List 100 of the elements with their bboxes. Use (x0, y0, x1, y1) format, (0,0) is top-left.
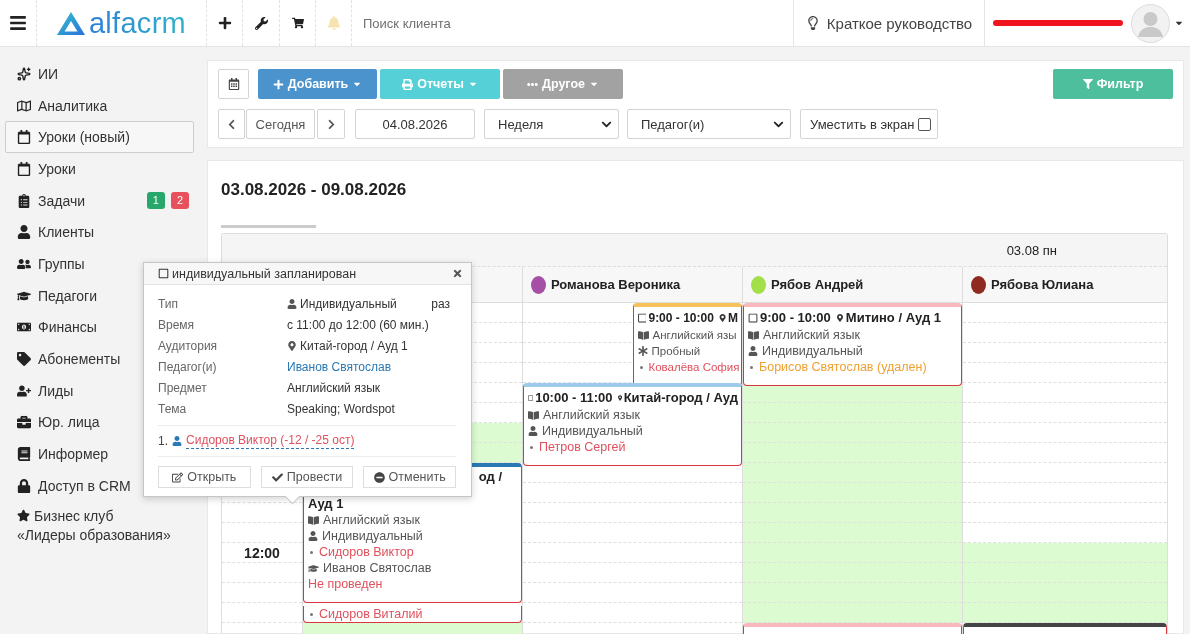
avatar-icon (1131, 3, 1170, 43)
tag-icon (17, 352, 31, 367)
teacher-name: Иванов Святослав (323, 560, 432, 576)
calendar-icon (227, 78, 240, 90)
lesson-heading: Ауд 1 (308, 496, 344, 512)
menu-icon (9, 14, 27, 32)
teacher-select[interactable]: Педагог(и) (627, 109, 791, 139)
plus-icon (217, 16, 232, 30)
lesson-type: Индивидуальный (322, 528, 423, 544)
field-value: Китай-город / Ауд 1 (300, 338, 408, 353)
clipboard-icon (17, 193, 31, 208)
field-label: Предмет (158, 380, 208, 395)
count-badge: 1 (146, 192, 165, 210)
printer-icon (402, 78, 414, 90)
popup-action-button[interactable]: Открыть (158, 466, 251, 488)
close-icon (452, 268, 463, 279)
lesson-type: Индивидуальный (542, 423, 643, 439)
field-value: Английский язык (287, 380, 381, 395)
lesson-room: М (728, 310, 738, 327)
field-label: Время (158, 317, 196, 332)
lesson-subject: Английский язык (543, 407, 640, 423)
book-icon (748, 329, 759, 341)
filter-icon (1082, 79, 1093, 89)
field-label: Тип (158, 296, 179, 311)
field-label: Тема (158, 401, 188, 416)
map-icon (17, 98, 31, 113)
bullet-icon (750, 365, 753, 369)
calendar-icon (17, 161, 31, 176)
date-field[interactable]: 04.08.2026 (355, 109, 475, 139)
bell-icon (326, 16, 341, 30)
banknote-icon (17, 320, 31, 335)
teacher-link[interactable]: Иванов Святослав (287, 359, 392, 374)
sidebar-item[interactable]: ИИ (5, 58, 194, 90)
student-name[interactable]: Ковалёва София (648, 359, 740, 375)
lesson-time: 9:00 - 10:00 (760, 309, 831, 327)
popup-action-button[interactable]: Провести (260, 466, 354, 488)
bullet-icon (639, 365, 643, 369)
check-icon (271, 471, 283, 483)
user-icon (172, 436, 182, 446)
graduation-cap-icon (308, 562, 319, 574)
checkbox[interactable] (918, 117, 932, 131)
book-icon (637, 329, 649, 341)
lesson-type: Индивидуальный (762, 343, 863, 359)
field-value: Speaking; Wordspot (287, 401, 395, 416)
map-pin-icon (287, 340, 297, 351)
lesson-card[interactable]: 10:00 - 11:00 Китай-город / Ауд Английский язык Индивидуальный Петров Сергей (523, 383, 742, 466)
asterisk-icon (637, 346, 648, 356)
book-icon (308, 514, 319, 526)
club-link[interactable]: Бизнес клуб «Лидеры образования» (0, 506, 205, 545)
user-icon (287, 298, 297, 309)
sidebar-item[interactable]: Уроки (новый) (5, 121, 194, 154)
lesson-card[interactable]: 9:00 - 10:00 М Английский язы Пробный Ковалёва София (632, 303, 742, 386)
sidebar-item[interactable]: Уроки (5, 153, 194, 185)
map-pin-icon (835, 314, 844, 322)
user-icon (17, 225, 31, 240)
teacher-name: Рябов Андрей (771, 277, 864, 292)
teacher-name: Рябова Юлиана (991, 277, 1094, 292)
student-name[interactable]: Сидоров Виталий (319, 606, 423, 622)
today-button[interactable]: Сегодня (246, 109, 315, 139)
cart-icon (291, 17, 304, 29)
lesson-time: 9:00 - 10:00 (648, 310, 714, 327)
field-value: Индивидуальный (300, 296, 397, 311)
close-button[interactable] (452, 268, 463, 279)
user-plus-icon (17, 383, 31, 398)
logo-icon (56, 11, 85, 35)
lesson-type: Пробный (651, 344, 701, 359)
time-label: 12:00 (243, 546, 281, 560)
fit-screen-option[interactable]: Уместить в экран (800, 109, 939, 139)
lesson-heading: од / (478, 469, 502, 485)
guide-button[interactable]: Краткое руководство (805, 10, 973, 36)
wrench-icon (254, 16, 268, 30)
student-link[interactable]: Сидоров Виктор (-12 / -25 ост) (186, 433, 355, 449)
count-badge: 2 (170, 192, 189, 210)
user-icon (308, 531, 318, 541)
lesson-card[interactable]: 9:00 - 10:00 Митино / Ауд 1 Английский язык Индивидуальный Борисов Святослав (удален) (743, 303, 962, 386)
lesson-subject: Английский язык (763, 327, 860, 343)
list-number: 1. (158, 434, 168, 448)
calendar-button[interactable] (218, 69, 249, 99)
student-name[interactable]: Петров Сергей (539, 439, 626, 455)
view-select[interactable]: Неделя (484, 109, 619, 139)
bullet-icon (530, 445, 533, 449)
lesson-subject: Английский язы (652, 328, 737, 343)
lesson-room: Митино / Ауд 1 (845, 309, 942, 327)
popup-action-button[interactable]: Отменить (363, 466, 456, 488)
edit-icon (172, 471, 184, 483)
search-field[interactable]: Поиск клиента (363, 11, 603, 35)
bullet-icon (310, 612, 313, 616)
student-name[interactable]: Сидоров Виктор (319, 544, 414, 560)
sidebar-item[interactable]: Задачи 1 2 (5, 184, 194, 217)
users-icon (17, 256, 31, 271)
lesson-card[interactable]: Сидоров Виталий (303, 606, 522, 623)
map-pin-icon (617, 394, 622, 402)
popup-title: индивидуальный запланирован (172, 266, 357, 281)
map-pin-icon (718, 314, 726, 322)
sparkles-icon (17, 66, 31, 81)
lesson-time: 10:00 - 11:00 (535, 389, 613, 407)
star-icon (17, 508, 30, 522)
sidebar-item[interactable]: Клиенты (5, 216, 194, 249)
lightbulb-icon (805, 16, 820, 30)
sidebar-item[interactable]: Аналитика (5, 89, 194, 122)
